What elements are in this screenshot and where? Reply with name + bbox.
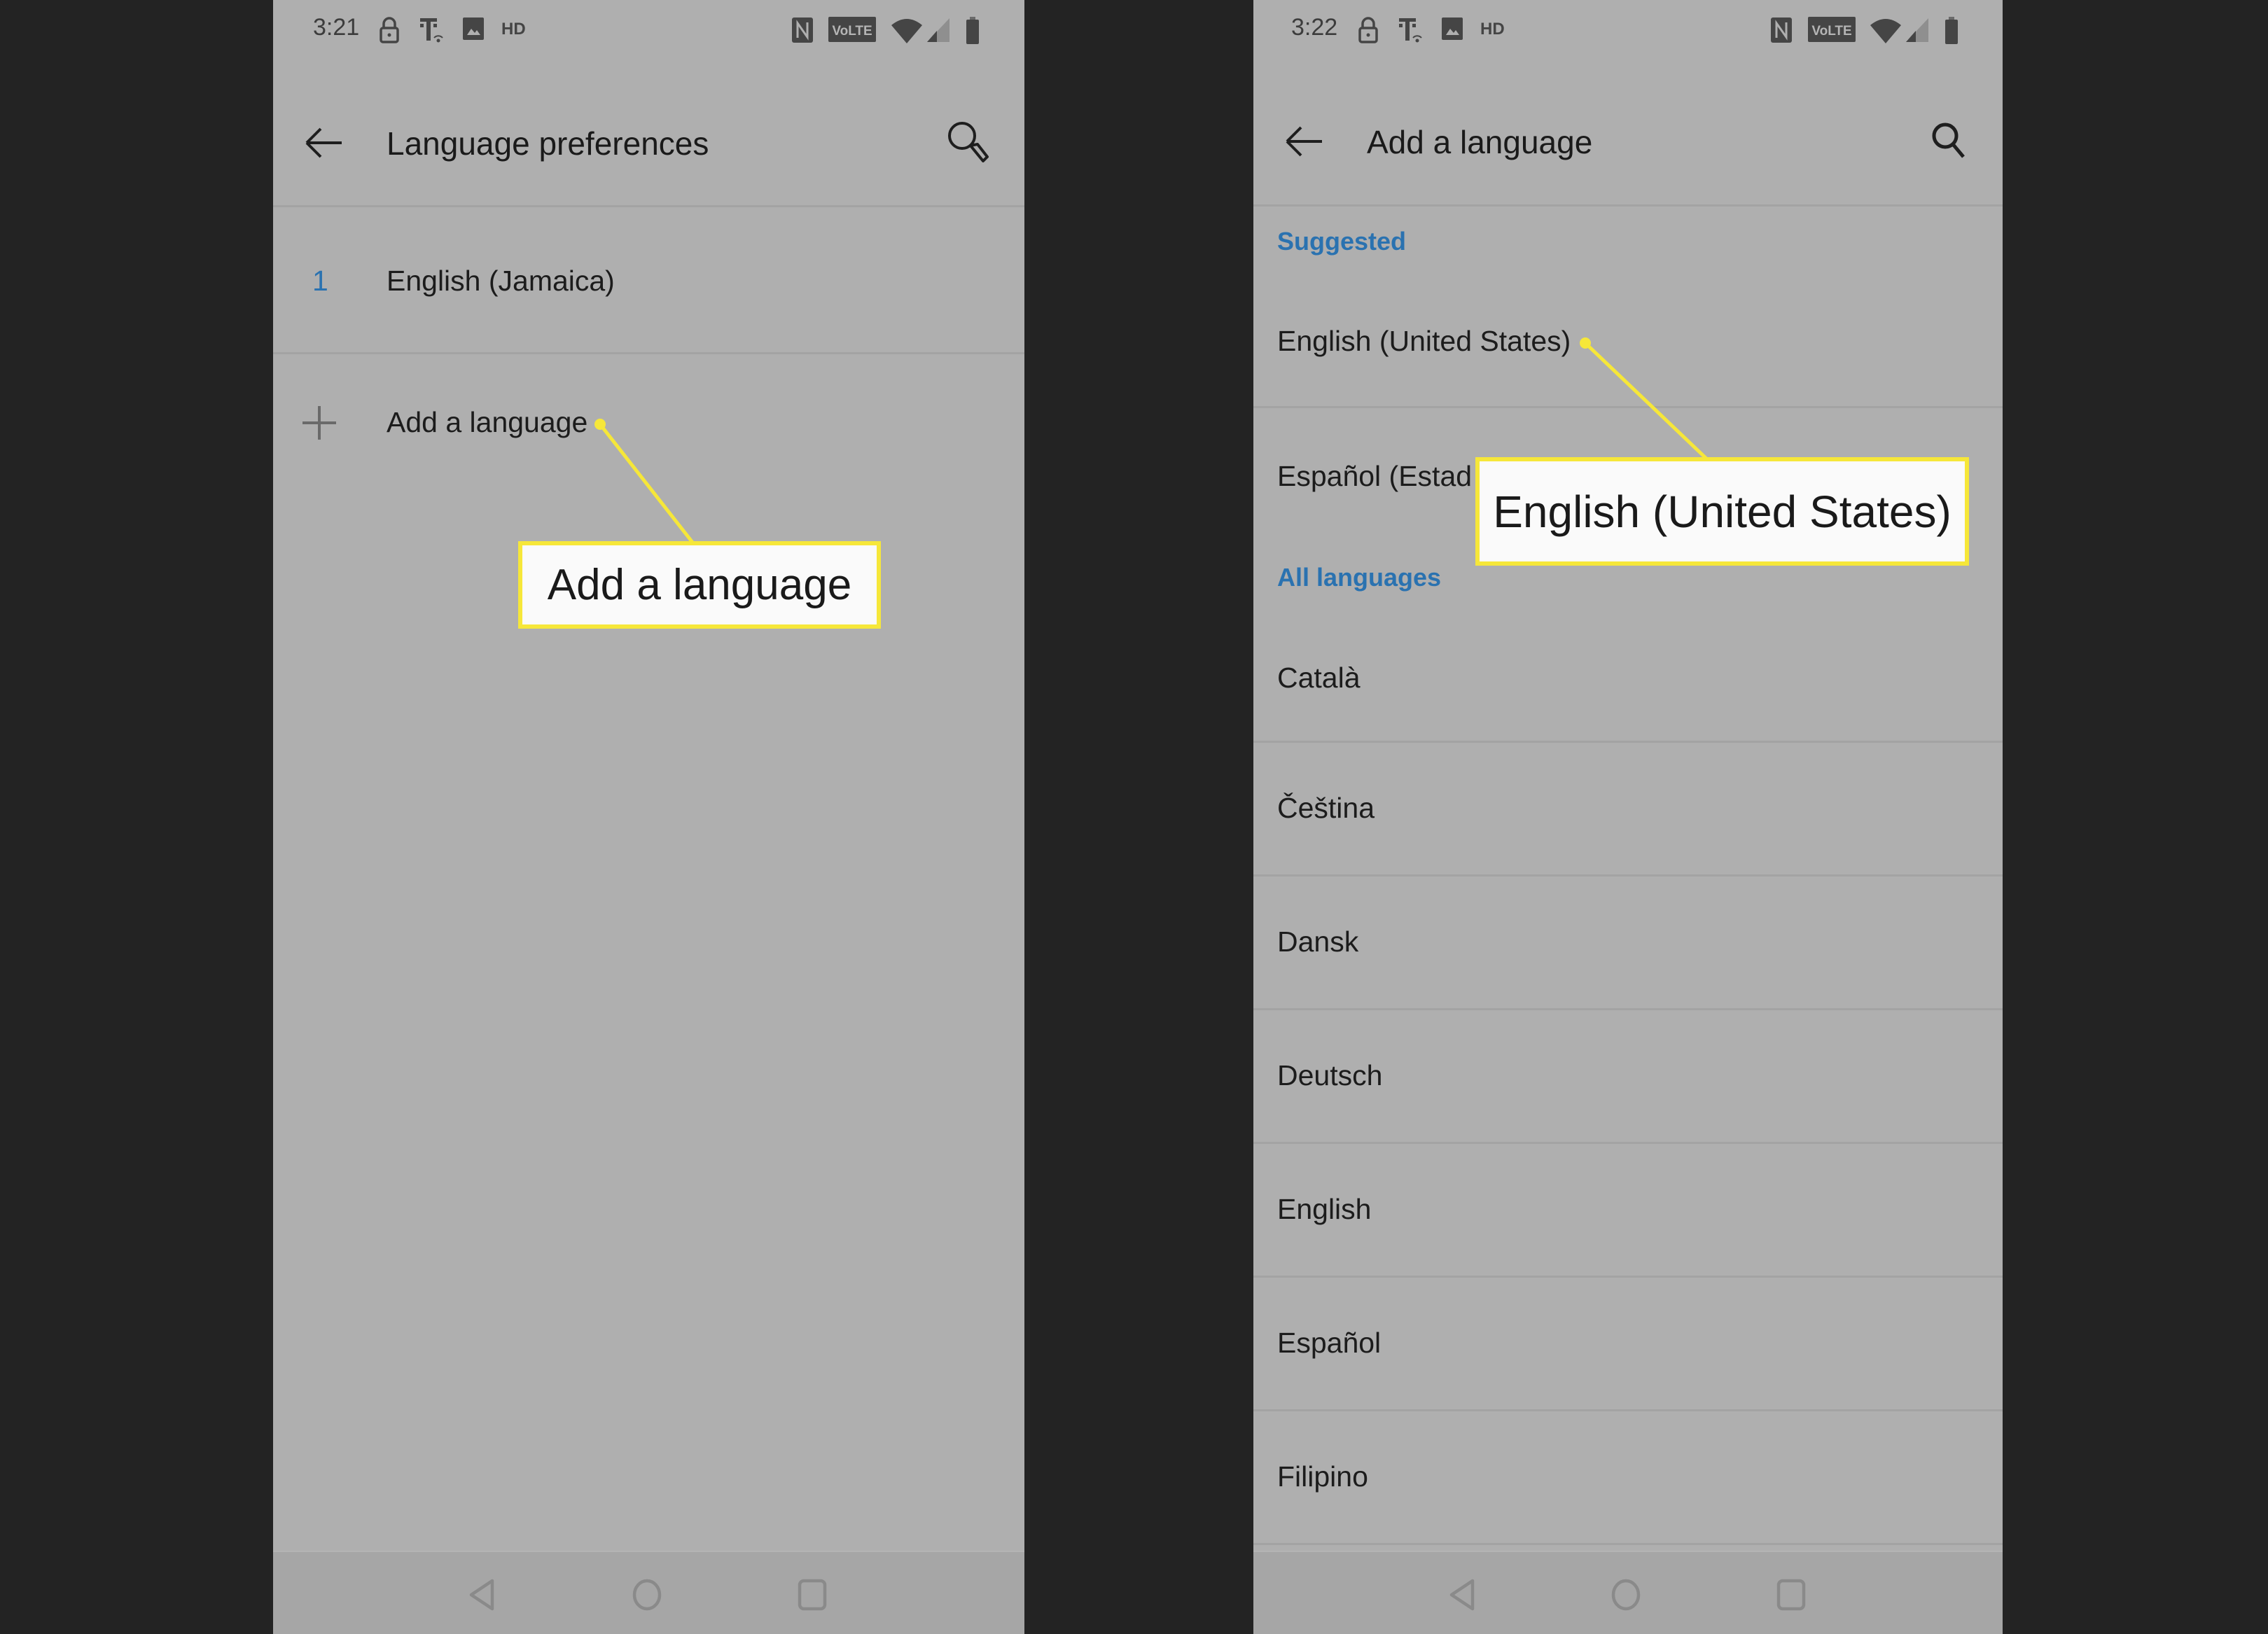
navigation-bar [273, 1551, 1024, 1634]
language-name: English (Jamaica) [387, 265, 615, 297]
nav-back-icon[interactable] [466, 1579, 498, 1611]
language-name: English (United States) [1277, 325, 1571, 357]
svg-text:VoLTE: VoLTE [832, 24, 872, 39]
nav-home-icon[interactable] [631, 1579, 663, 1611]
nav-back-icon[interactable] [1446, 1579, 1478, 1611]
language-preferences-screen: 3:21 HD VoLTE Language preferences 1 Eng… [273, 0, 1024, 1634]
language-name: Català [1277, 662, 1361, 694]
battery-icon [1945, 17, 1958, 44]
language-name: Dansk [1277, 926, 1359, 958]
callout-text: English (United States) [1493, 486, 1952, 537]
volte-icon: VoLTE [828, 17, 876, 42]
battery-icon [966, 17, 979, 44]
hd-voice-icon: HD [501, 20, 526, 36]
language-name: Español (Estad [1277, 460, 1473, 492]
image-icon [463, 18, 484, 40]
language-item[interactable]: Dansk [1253, 877, 2003, 1008]
language-name: Español [1277, 1327, 1382, 1359]
cell-signal-icon [1906, 18, 1928, 42]
search-icon[interactable] [1930, 120, 1968, 158]
t-mobile-wifi-calling-icon [420, 18, 443, 43]
language-name: Filipino [1277, 1460, 1368, 1493]
plus-icon [302, 406, 336, 440]
nfc-icon [792, 18, 813, 43]
page-title: Language preferences [387, 125, 709, 162]
search-icon[interactable] [945, 119, 990, 164]
callout-text: Add a language [547, 561, 852, 609]
wifi-icon [1870, 19, 1901, 43]
cell-signal-icon [927, 18, 949, 42]
language-item[interactable]: Čeština [1253, 743, 2003, 874]
navigation-bar [1253, 1551, 2003, 1634]
list-divider [1253, 1543, 2003, 1545]
nav-home-icon[interactable] [1610, 1579, 1642, 1611]
t-mobile-wifi-calling-icon [1399, 18, 1422, 43]
nav-recents-icon[interactable] [796, 1579, 828, 1611]
language-name: Čeština [1277, 792, 1375, 824]
language-item[interactable]: Deutsch [1253, 1010, 2003, 1142]
status-bar: 3:21 HD VoLTE [273, 0, 1024, 63]
back-arrow-icon[interactable] [304, 126, 343, 160]
add-language-button[interactable]: Add a language [273, 354, 1024, 487]
wifi-icon [891, 19, 922, 43]
callout-box: English (United States) [1475, 457, 1969, 566]
section-header-suggested: Suggested [1277, 227, 1407, 256]
add-a-language-screen: 3:22 HD VoLTE Add a language Suggested E… [1253, 0, 2003, 1634]
nav-recents-icon[interactable] [1775, 1579, 1807, 1611]
back-arrow-icon[interactable] [1284, 125, 1323, 158]
volte-icon: VoLTE [1808, 17, 1856, 42]
language-rank: 1 [312, 265, 328, 297]
language-item[interactable]: 1 English (Jamaica) [273, 207, 1024, 352]
callout-box: Add a language [518, 541, 881, 629]
nfc-icon [1771, 18, 1792, 43]
language-name: Deutsch [1277, 1059, 1383, 1091]
add-language-label: Add a language [387, 406, 588, 438]
lock-icon [1358, 17, 1378, 43]
language-item[interactable]: Español [1253, 1278, 2003, 1409]
language-item[interactable]: Català [1253, 609, 2003, 741]
status-bar: 3:22 HD VoLTE [1253, 0, 2003, 63]
section-header-all-languages: All languages [1277, 563, 1442, 592]
svg-text:HD: HD [501, 20, 526, 36]
svg-text:VoLTE: VoLTE [1811, 24, 1851, 39]
language-name: English [1277, 1193, 1372, 1225]
language-item[interactable]: English [1253, 1144, 2003, 1276]
language-item[interactable]: English (United States) [1253, 280, 2003, 406]
svg-text:HD: HD [1480, 20, 1505, 36]
status-time: 3:22 [1291, 14, 1338, 41]
toolbar [1253, 77, 2003, 207]
hd-voice-icon: HD [1480, 20, 1505, 36]
language-item[interactable]: Filipino [1253, 1411, 2003, 1543]
status-time: 3:21 [313, 14, 360, 41]
page-title: Add a language [1367, 124, 1593, 160]
header-divider [1253, 204, 2003, 207]
lock-icon [380, 17, 399, 43]
image-icon [1442, 18, 1463, 40]
